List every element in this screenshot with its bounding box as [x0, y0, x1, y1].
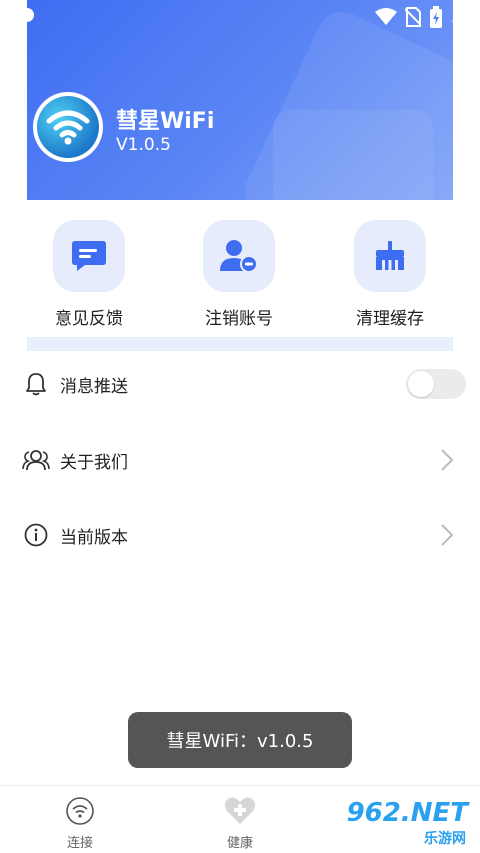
about-label: 关于我们 — [60, 452, 128, 473]
feedback-icon-box — [53, 220, 125, 292]
brush-icon — [376, 241, 404, 270]
tab-health-label: 健康 — [226, 836, 253, 851]
tab-connect[interactable]: 连接 — [35, 796, 125, 851]
feedback-icon — [72, 241, 106, 271]
deactivate-icon-box — [203, 220, 275, 292]
settings-row-about[interactable]: 关于我们 — [0, 430, 480, 490]
clear-cache-icon-box — [354, 220, 426, 292]
watermark-logo: 962.NET — [346, 798, 468, 828]
settings-row-version[interactable]: 当前版本 — [0, 505, 480, 565]
bell-icon — [22, 370, 50, 398]
chevron-right-icon — [441, 524, 454, 546]
status-bar: 3:5 — [0, 0, 480, 34]
feedback-button[interactable]: 意见反馈 — [19, 220, 159, 329]
tab-connect-label: 连接 — [66, 836, 93, 851]
clear-cache-button[interactable]: 清理缓存 — [320, 220, 460, 329]
push-toggle[interactable] — [406, 369, 466, 399]
version-label: 当前版本 — [60, 527, 128, 548]
tab-health[interactable]: 健康 — [195, 796, 285, 851]
wifi-icon — [66, 797, 94, 825]
status-right-group: 3:5 — [375, 6, 480, 28]
quick-actions: 意见反馈 注销账号 清理缓存 — [0, 220, 480, 340]
wifi-signal-icon — [375, 8, 398, 25]
heart-plus-icon — [224, 797, 256, 824]
header-decoration — [273, 110, 433, 200]
status-time: 3:5 — [451, 7, 480, 27]
wifi-logo-icon — [46, 110, 90, 145]
site-watermark: 962.NET 乐游网 — [347, 798, 474, 850]
section-divider — [27, 337, 453, 351]
deactivate-account-button[interactable]: 注销账号 — [169, 220, 309, 329]
settings-row-push: 消息推送 — [0, 354, 480, 414]
info-icon — [22, 521, 50, 549]
clear-cache-label: 清理缓存 — [356, 309, 424, 329]
app-name: 彗星WiFi — [116, 109, 215, 134]
app-logo — [33, 92, 103, 162]
feedback-label: 意见反馈 — [55, 309, 123, 329]
remove-user-icon — [220, 240, 258, 273]
no-sim-icon — [405, 7, 422, 27]
deactivate-label: 注销账号 — [205, 309, 273, 329]
app-version: V1.0.5 — [116, 135, 171, 155]
users-icon — [22, 446, 50, 474]
version-toast: 彗星WiFi：v1.0.5 — [128, 712, 352, 768]
notification-dot-icon — [20, 8, 34, 22]
watermark-text: 乐游网 — [424, 831, 466, 847]
battery-icon — [430, 6, 443, 28]
toggle-knob — [408, 371, 434, 397]
chevron-right-icon — [441, 449, 454, 471]
push-label: 消息推送 — [60, 376, 128, 397]
